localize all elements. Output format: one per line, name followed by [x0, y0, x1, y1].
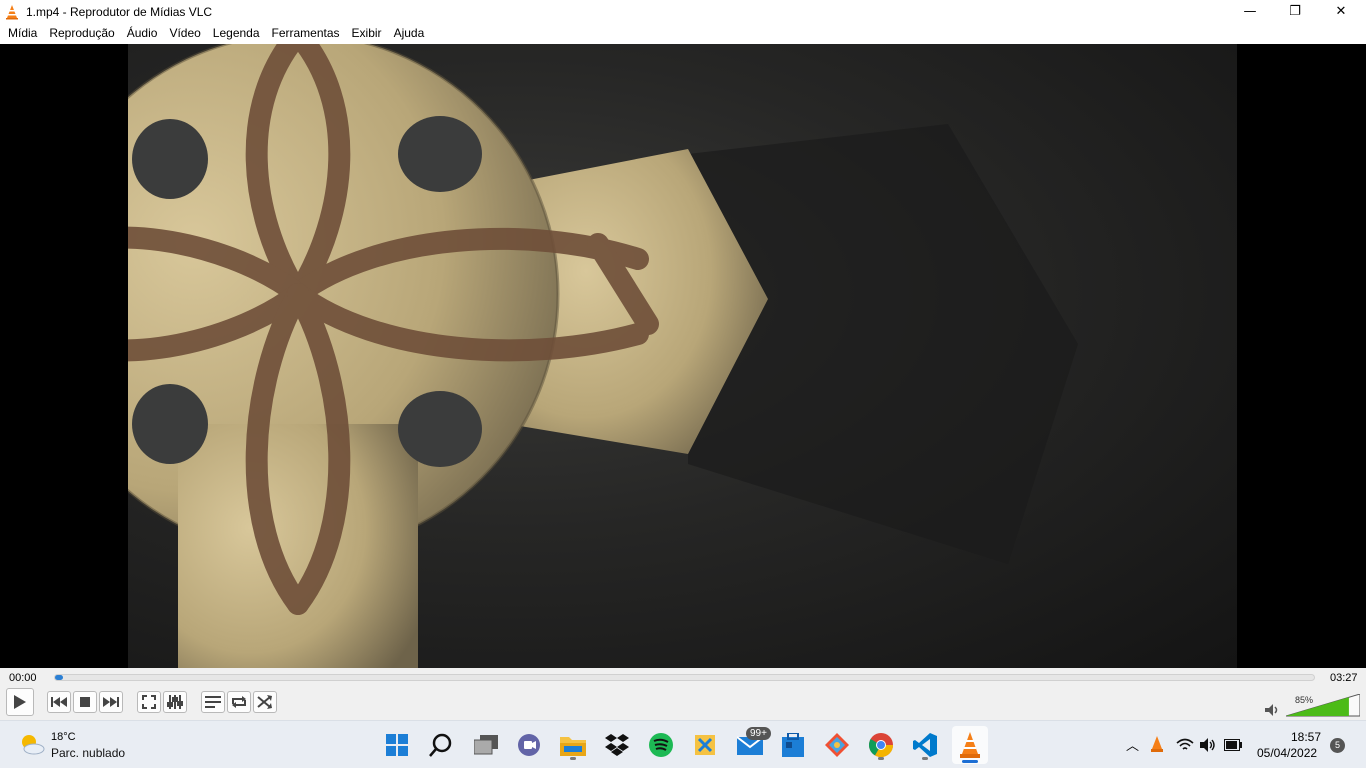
active-indicator: [962, 760, 978, 763]
running-indicator: [922, 757, 928, 760]
windows-logo-icon: [386, 734, 408, 756]
clock-time[interactable]: 18:57: [1291, 730, 1321, 744]
stop-button[interactable]: [73, 691, 97, 713]
clock-date[interactable]: 05/04/2022: [1257, 746, 1317, 760]
teams-chat-icon: [518, 734, 540, 756]
menu-exibir[interactable]: Exibir: [346, 23, 388, 44]
menu-audio[interactable]: Áudio: [121, 23, 164, 44]
menu-ferramentas[interactable]: Ferramentas: [266, 23, 346, 44]
seek-bar[interactable]: [54, 674, 1315, 681]
battery-icon[interactable]: [1224, 739, 1242, 751]
volume-slider[interactable]: [1286, 694, 1360, 717]
video-area[interactable]: [0, 44, 1366, 668]
playlist-button[interactable]: [201, 691, 225, 713]
running-indicator: [570, 757, 576, 760]
mail-badge: 99+: [746, 727, 771, 740]
vlc-taskbar-button[interactable]: [952, 726, 988, 764]
extended-settings-icon: [167, 695, 183, 709]
volume-tray-icon[interactable]: [1200, 738, 1216, 752]
menu-ajuda[interactable]: Ajuda: [388, 23, 431, 44]
search-icon: [429, 733, 452, 757]
video-frame[interactable]: [128, 44, 1237, 668]
vscode-icon: [913, 733, 937, 757]
menu-video[interactable]: Vídeo: [163, 23, 206, 44]
playlist-icon: [205, 696, 221, 708]
spotify-button[interactable]: [645, 729, 677, 761]
task-view-button[interactable]: [470, 729, 502, 761]
current-time: 00:00: [9, 672, 37, 684]
taskbar: 18°C Parc. nublado 99+ ︿ 18:57 05/04/202…: [0, 720, 1366, 768]
chrome-icon: [869, 733, 893, 757]
shuffle-button[interactable]: [253, 691, 277, 713]
vlc-cone-icon: [960, 732, 980, 758]
loop-icon: [232, 696, 246, 708]
wifi-icon[interactable]: [1176, 738, 1194, 752]
total-time: 03:27: [1330, 672, 1358, 684]
fullscreen-icon: [142, 695, 156, 709]
previous-button[interactable]: [47, 691, 71, 713]
celtic-cross-image: [128, 44, 1078, 668]
player-controls: 00:00 03:27 85%: [0, 668, 1366, 720]
folder-icon: [560, 737, 586, 756]
file-explorer-button[interactable]: [557, 729, 589, 761]
spotify-icon: [649, 733, 673, 757]
git-app-icon: [825, 733, 849, 757]
minimize-button[interactable]: —: [1227, 0, 1273, 23]
speaker-icon[interactable]: [1265, 704, 1279, 716]
fullscreen-button[interactable]: [137, 691, 161, 713]
store-icon: [782, 733, 804, 757]
window-title: 1.mp4 - Reprodutor de Mídias VLC: [26, 4, 213, 19]
weather-temperature[interactable]: 18°C: [51, 731, 76, 743]
chrome-button[interactable]: [865, 729, 897, 761]
teams-chat-button[interactable]: [513, 729, 545, 761]
dropbox-button[interactable]: [601, 729, 633, 761]
running-indicator: [878, 757, 884, 760]
next-icon: [103, 697, 119, 707]
play-button[interactable]: [6, 688, 34, 716]
partly-cloudy-icon[interactable]: [19, 733, 45, 755]
dropbox-icon: [605, 734, 629, 756]
search-button[interactable]: [425, 729, 457, 761]
start-button[interactable]: [381, 729, 413, 761]
snipping-tool-button[interactable]: [689, 729, 721, 761]
vlc-tray-icon[interactable]: [1150, 736, 1164, 752]
menu-bar: Mídia Reprodução Áudio Vídeo Legenda Fer…: [0, 23, 1366, 44]
notification-badge[interactable]: 5: [1330, 738, 1345, 753]
git-app-button[interactable]: [821, 729, 853, 761]
play-icon: [14, 695, 26, 709]
stop-icon: [80, 697, 90, 707]
maximize-button[interactable]: ❐: [1272, 0, 1318, 23]
weather-description[interactable]: Parc. nublado: [51, 746, 125, 760]
loop-button[interactable]: [227, 691, 251, 713]
microsoft-store-button[interactable]: [777, 729, 809, 761]
task-view-icon: [474, 735, 498, 755]
menu-reproducao[interactable]: Reprodução: [43, 23, 120, 44]
next-button[interactable]: [99, 691, 123, 713]
snipping-tool-icon: [695, 735, 715, 755]
chevron-up-icon[interactable]: ︿: [1126, 735, 1139, 754]
vscode-button[interactable]: [909, 729, 941, 761]
seek-progress: [55, 675, 63, 680]
shuffle-icon: [257, 695, 272, 709]
menu-legenda[interactable]: Legenda: [207, 23, 266, 44]
menu-midia[interactable]: Mídia: [2, 23, 43, 44]
title-bar: 1.mp4 - Reprodutor de Mídias VLC — ❐ ✕: [0, 0, 1366, 23]
extended-settings-button[interactable]: [163, 691, 187, 713]
previous-icon: [51, 697, 67, 707]
close-button[interactable]: ✕: [1318, 0, 1364, 23]
vlc-cone-icon: [6, 4, 18, 19]
